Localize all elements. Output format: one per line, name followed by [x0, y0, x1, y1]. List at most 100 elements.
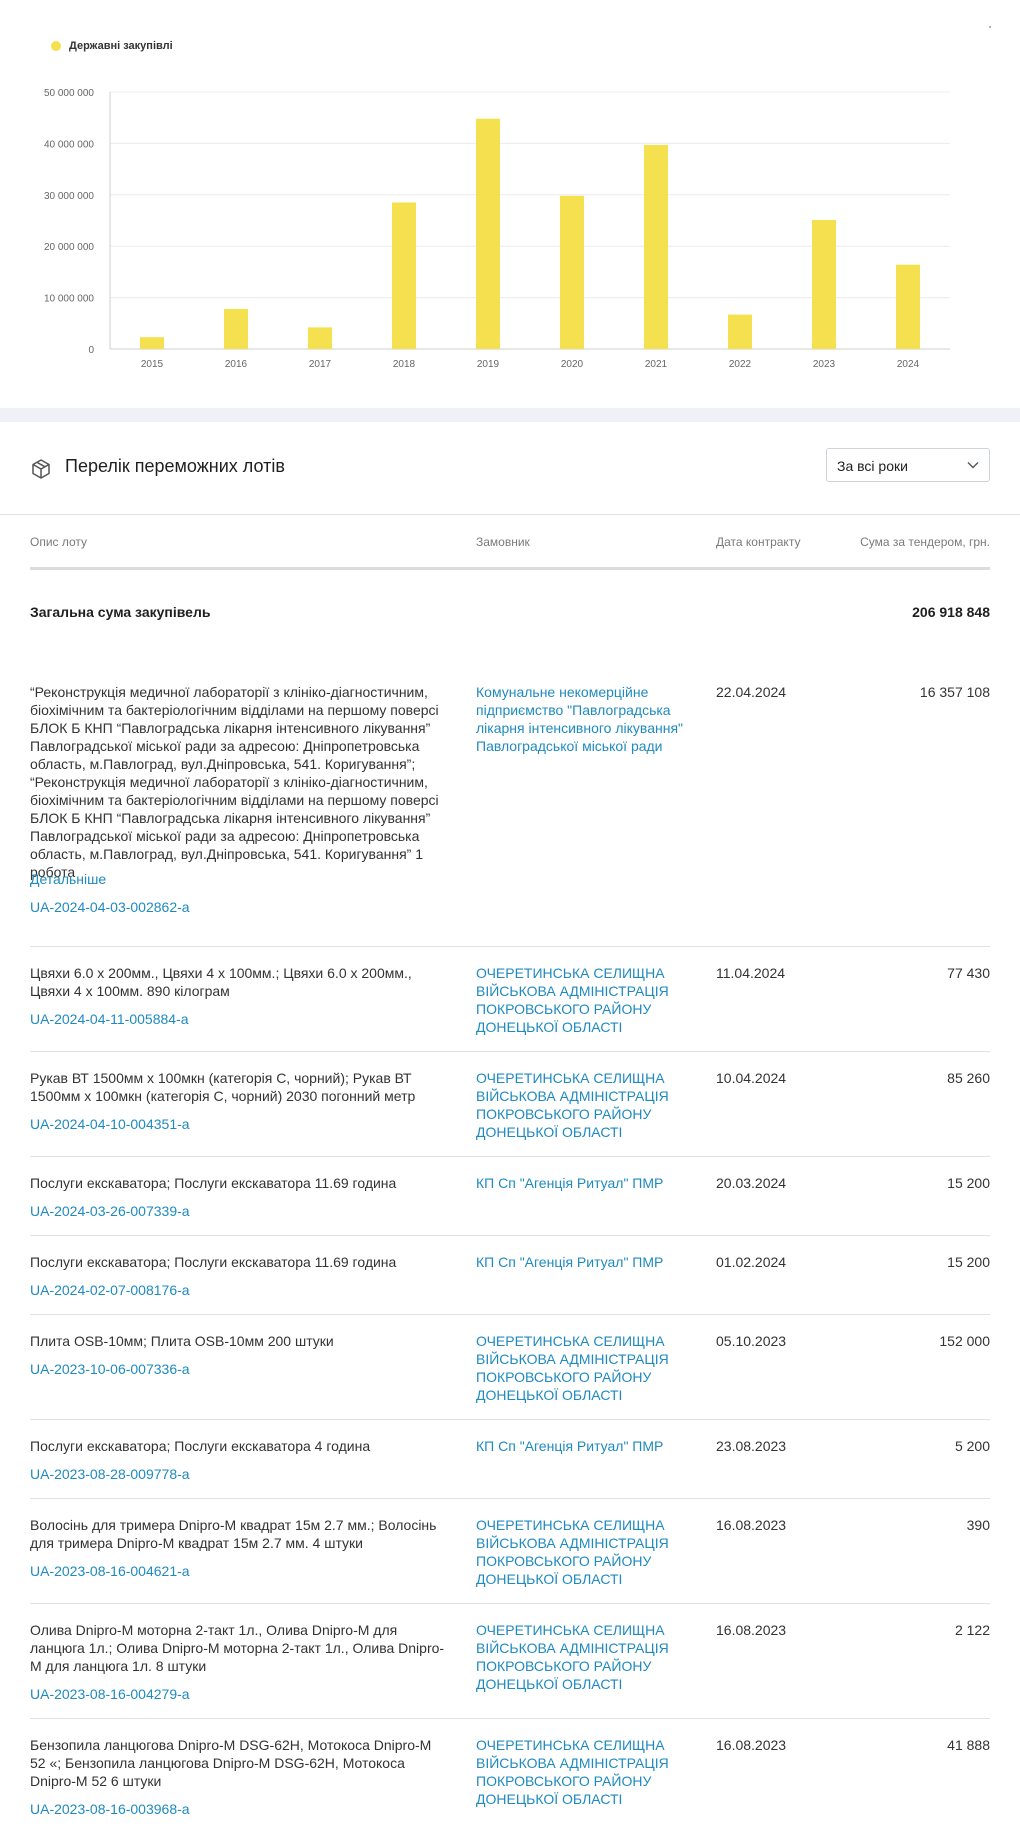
lot-description: Рукав ВТ 1500мм х 100мкн (категорія С, ч… [30, 1070, 416, 1104]
box-icon [32, 459, 50, 479]
contract-date: 23.08.2023 [716, 1438, 787, 1454]
table-row: Послуги екскаватора; Послуги екскаватора… [30, 1157, 990, 1236]
tender-sum: 85 260 [947, 1070, 990, 1086]
customer-link[interactable]: ОЧЕРЕТИНСЬКА СЕЛИЩНА ВІЙСЬКОВА АДМІНІСТР… [476, 1621, 691, 1693]
x-tick-label: 2022 [729, 359, 752, 370]
bar [140, 337, 164, 349]
table-row: Рукав ВТ 1500мм х 100мкн (категорія С, ч… [30, 1052, 990, 1157]
table-row: Олива Dnipro-M моторна 2-такт 1л., Олива… [30, 1604, 990, 1719]
table-row: Бензопила ланцюгова Dnipro-M DSG-62H, Мо… [30, 1719, 990, 1829]
chevron-down-icon [967, 462, 979, 469]
lot-description: Бензопила ланцюгова Dnipro-M DSG-62H, Мо… [30, 1737, 432, 1789]
bar [896, 264, 920, 349]
tender-sum: 2 122 [954, 1622, 990, 1638]
contract-date: 16.08.2023 [716, 1737, 787, 1753]
bar [644, 144, 668, 349]
contract-date: 22.04.2024 [716, 684, 787, 700]
legend-label: Державні закупівлі [69, 40, 173, 52]
customer-link[interactable]: ОЧЕРЕТИНСЬКА СЕЛИЩНА ВІЙСЬКОВА АДМІНІСТР… [476, 1516, 691, 1588]
tender-sum: 152 000 [939, 1333, 990, 1349]
contract-date: 01.02.2024 [716, 1254, 787, 1270]
customer-link[interactable]: ОЧЕРЕТИНСЬКА СЕЛИЩНА ВІЙСЬКОВА АДМІНІСТР… [476, 1736, 691, 1808]
x-tick-label: 2020 [561, 359, 584, 370]
x-tick-label: 2019 [477, 359, 500, 370]
lot-description: Плита OSB-10мм; Плита OSB-10мм 200 штуки [30, 1333, 334, 1349]
year-filter-value: За всі роки [837, 458, 908, 474]
bar [728, 314, 752, 349]
column-header-sum: Сума за тендером, грн. [860, 535, 990, 549]
tender-sum: 15 200 [947, 1254, 990, 1270]
lot-id-link[interactable]: UA-2024-04-03-002862-a [30, 898, 190, 916]
details-link[interactable]: Детальніше [30, 870, 106, 888]
table-header: Опис лоту Замовник Дата контракту Сума з… [30, 515, 990, 570]
y-tick-label: 50 000 000 [44, 88, 94, 99]
legend-swatch [51, 41, 61, 51]
bar [560, 195, 584, 349]
lot-description: Цвяхи 6.0 х 200мм., Цвяхи 4 х 100мм.; Цв… [30, 965, 412, 999]
x-tick-label: 2016 [225, 359, 248, 370]
x-tick-label: 2015 [141, 359, 164, 370]
bar [392, 202, 416, 349]
customer-link[interactable]: КП Сп "Агенція Ритуал" ПМР [476, 1437, 691, 1455]
lot-id-link[interactable]: UA-2024-02-07-008176-a [30, 1281, 190, 1299]
table-row: Цвяхи 6.0 х 200мм., Цвяхи 4 х 100мм.; Цв… [30, 947, 990, 1052]
lot-description: Олива Dnipro-M моторна 2-такт 1л., Олива… [30, 1622, 445, 1674]
tender-sum: 390 [966, 1517, 990, 1533]
chart-card: Державні закупівлі 0 10 000 000 20 000 000… [0, 0, 1020, 408]
total-value: 206 918 848 [912, 604, 990, 620]
lot-description: Волосінь для тримера Dnipro-M квадрат 15… [30, 1517, 437, 1551]
lot-id-link[interactable]: UA-2024-04-11-005884-a [30, 1010, 189, 1028]
lot-id-link[interactable]: UA-2023-08-16-004279-a [30, 1685, 190, 1703]
bar [812, 219, 836, 349]
lot-id-link[interactable]: UA-2023-08-28-009778-a [30, 1465, 190, 1483]
lot-id-link[interactable]: UA-2024-04-10-004351-a [30, 1115, 190, 1133]
contract-date: 05.10.2023 [716, 1333, 787, 1349]
lot-id-link[interactable]: UA-2023-08-16-003968-a [30, 1800, 190, 1818]
tender-sum: 5 200 [954, 1438, 990, 1454]
customer-link[interactable]: КП Сп "Агенція Ритуал" ПМР [476, 1174, 691, 1192]
x-tick-label: 2024 [897, 359, 920, 370]
chart-legend[interactable]: Державні закупівлі [51, 40, 173, 52]
table-row: “Реконструкція медичної лабораторії з кл… [30, 656, 990, 947]
menu-dot-icon [989, 26, 991, 28]
customer-link[interactable]: Комунальне некомерційне підприємство "Па… [476, 683, 691, 755]
customer-link[interactable]: ОЧЕРЕТИНСЬКА СЕЛИЩНА ВІЙСЬКОВА АДМІНІСТР… [476, 1332, 691, 1404]
column-header-date: Дата контракту [716, 535, 801, 549]
customer-link[interactable]: ОЧЕРЕТИНСЬКА СЕЛИЩНА ВІЙСЬКОВА АДМІНІСТР… [476, 1069, 691, 1141]
lot-description: “Реконструкція медичної лабораторії з кл… [30, 684, 439, 880]
lot-description: Послуги екскаватора; Послуги екскаватора… [30, 1254, 397, 1270]
bar [476, 118, 500, 349]
lots-table: Опис лоту Замовник Дата контракту Сума з… [30, 515, 990, 1829]
tender-sum: 41 888 [947, 1737, 990, 1753]
y-tick-label: 20 000 000 [44, 242, 94, 253]
y-tick-label: 40 000 000 [44, 139, 94, 150]
table-row: Плита OSB-10мм; Плита OSB-10мм 200 штуки… [30, 1315, 990, 1420]
tender-sum: 15 200 [947, 1175, 990, 1191]
customer-link[interactable]: КП Сп "Агенція Ритуал" ПМР [476, 1253, 691, 1271]
bar [308, 327, 332, 349]
section-divider [0, 408, 1020, 422]
column-header-customer: Замовник [476, 535, 530, 549]
table-row: Волосінь для тримера Dnipro-M квадрат 15… [30, 1499, 990, 1604]
contract-date: 16.08.2023 [716, 1622, 787, 1638]
contract-date: 20.03.2024 [716, 1175, 787, 1191]
lot-id-link[interactable]: UA-2023-10-06-007336-a [30, 1360, 190, 1378]
total-row: Загальна сума закупівель 206 918 848 [30, 570, 990, 656]
contract-date: 16.08.2023 [716, 1517, 787, 1533]
table-row: Послуги екскаватора; Послуги екскаватора… [30, 1236, 990, 1315]
lot-id-link[interactable]: UA-2024-03-26-007339-a [30, 1202, 190, 1220]
x-tick-label: 2018 [393, 359, 416, 370]
lot-description: Послуги екскаватора; Послуги екскаватора… [30, 1175, 397, 1191]
lot-id-link[interactable]: UA-2023-08-16-004621-a [30, 1562, 190, 1580]
lots-title: Перелік переможних лотів [65, 456, 285, 476]
customer-link[interactable]: ОЧЕРЕТИНСЬКА СЕЛИЩНА ВІЙСЬКОВА АДМІНІСТР… [476, 964, 691, 1036]
bar-chart: 0 10 000 000 20 000 000 30 000 000 40 000 00… [44, 88, 950, 370]
column-header-description: Опис лоту [30, 535, 88, 549]
year-filter-select[interactable]: За всі роки [826, 448, 990, 482]
bar [224, 308, 248, 349]
x-tick-label: 2021 [645, 359, 668, 370]
lot-description: Послуги екскаватора; Послуги екскаватора… [30, 1438, 371, 1454]
contract-date: 11.04.2024 [716, 965, 786, 981]
x-tick-label: 2023 [813, 359, 836, 370]
lots-header: Перелік переможних лотів За всі роки [0, 422, 1020, 515]
